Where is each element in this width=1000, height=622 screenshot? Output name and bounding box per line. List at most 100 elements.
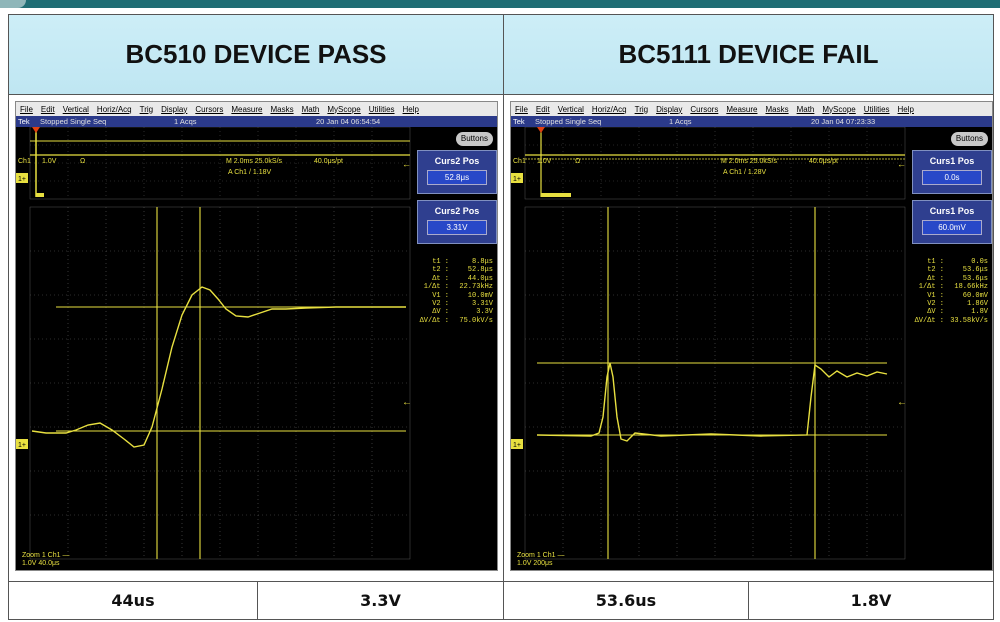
ch-scale: 1.0V bbox=[537, 158, 552, 165]
measurement-value: 60.0mV bbox=[962, 291, 988, 300]
menu-math[interactable]: Math bbox=[302, 105, 320, 114]
trigger-info: A Ch1 / 1.18V bbox=[228, 169, 272, 176]
measurement-row: 1/Δt : 22.73kHz bbox=[417, 283, 493, 291]
resolution: 40.0μs/pt bbox=[314, 158, 343, 165]
menu-help[interactable]: Help bbox=[403, 105, 419, 114]
measurement-label: V1 : bbox=[432, 291, 449, 300]
ch1-marker-text: 1+ bbox=[18, 176, 26, 183]
cursor-box-value[interactable]: 0.0s bbox=[922, 170, 982, 185]
menu-horiz-acq[interactable]: Horiz/Acq bbox=[592, 105, 627, 114]
menu-trig[interactable]: Trig bbox=[140, 105, 153, 114]
measurement-row: t2 : 52.8μs bbox=[417, 266, 493, 274]
measurement-row: Δt : 53.6μs bbox=[912, 275, 988, 283]
cursor-box-value[interactable]: 3.31V bbox=[427, 220, 487, 235]
trigger-level-arrow-icon: ← bbox=[402, 397, 412, 408]
ch-coupling: Ω bbox=[80, 158, 85, 165]
menu-edit[interactable]: Edit bbox=[41, 105, 55, 114]
header-left-title: BC510 DEVICE PASS bbox=[9, 15, 504, 95]
measurement-row: ΔV : 3.3V bbox=[417, 308, 493, 316]
cursor-panel: Curs1 Pos 0.0s Curs1 Pos 60.0mV bbox=[912, 150, 992, 250]
resolution: 40.0μs/pt bbox=[809, 158, 838, 165]
tek-label: Tek bbox=[18, 117, 30, 126]
measurement-row: t2 : 53.6μs bbox=[912, 266, 988, 274]
buttons-button[interactable]: Buttons bbox=[950, 132, 988, 146]
measurement-label: ΔV : bbox=[927, 308, 944, 317]
scope-menu-bar: File Edit Vertical Horiz/Acq Trig Displa… bbox=[16, 102, 497, 116]
menu-display[interactable]: Display bbox=[656, 105, 682, 114]
measurement-value: 3.31V bbox=[471, 300, 493, 309]
cursor-box-value[interactable]: 52.8μs bbox=[427, 170, 487, 185]
zoom-line-1: Zoom 1 Ch1 — bbox=[517, 552, 565, 559]
menu-cursors[interactable]: Cursors bbox=[690, 105, 718, 114]
measurement-label: 1/Δt : bbox=[918, 283, 944, 292]
cursor-box-title: Curs1 Pos bbox=[929, 156, 975, 166]
menu-utilities[interactable]: Utilities bbox=[369, 105, 395, 114]
measurement-value: 1.8V bbox=[971, 308, 988, 317]
measurement-row: Δt : 44.0μs bbox=[417, 275, 493, 283]
scope-menu-bar: File Edit Vertical Horiz/Acq Trig Displa… bbox=[511, 102, 992, 116]
zoom-line-2: 1.0V 200μs bbox=[517, 560, 553, 567]
menu-measure[interactable]: Measure bbox=[231, 105, 262, 114]
zoom-line-1: Zoom 1 Ch1 — bbox=[22, 552, 70, 559]
measurement-label: Δt : bbox=[432, 274, 449, 283]
ch-coupling: Ω bbox=[575, 158, 580, 165]
scope-status-bar: Tek Stopped Single Seq 1 Acqs 20 Jan 04 … bbox=[511, 116, 992, 127]
cursor-box-1[interactable]: Curs1 Pos 0.0s bbox=[912, 150, 992, 194]
cursor-box-1[interactable]: Curs2 Pos 52.8μs bbox=[417, 150, 497, 194]
measurement-label: V2 : bbox=[927, 300, 944, 309]
menu-utilities[interactable]: Utilities bbox=[864, 105, 890, 114]
measurement-row: ΔV/Δt : 33.58kV/s bbox=[912, 317, 988, 325]
oscilloscope-left: File Edit Vertical Horiz/Acq Trig Displa… bbox=[15, 101, 498, 571]
measurement-value: 22.73kHz bbox=[459, 283, 493, 292]
menu-myscope[interactable]: MyScope bbox=[822, 105, 855, 114]
cursor-measurements: t1 : 8.8μs t2 : 52.8μs Δt : 44.0μs 1/Δt : 22.73… bbox=[417, 258, 493, 325]
buttons-button[interactable]: Buttons bbox=[455, 132, 493, 146]
cursor-box-2[interactable]: Curs1 Pos 60.0mV bbox=[912, 200, 992, 244]
measurement-row: V1 : 10.0mV bbox=[417, 292, 493, 300]
header-right-title: BC5111 DEVICE FAIL bbox=[504, 15, 993, 95]
zoom-info: Zoom 1 Ch1 — 1.0V 40.0μs bbox=[22, 552, 69, 568]
cursor-measurements: t1 : 0.0s t2 : 53.6μs Δt : 53.6μs 1/Δt : 18.66k… bbox=[912, 258, 988, 325]
cursor-panel: Curs2 Pos 52.8μs Curs2 Pos 3.31V bbox=[417, 150, 497, 250]
menu-measure[interactable]: Measure bbox=[726, 105, 757, 114]
result-voltage-right: 1.8V bbox=[749, 581, 993, 619]
menu-cursors[interactable]: Cursors bbox=[195, 105, 223, 114]
ch1-label: Ch1 bbox=[18, 158, 31, 165]
measurement-label: t1 : bbox=[432, 258, 449, 266]
overview-level-arrow-icon: ← bbox=[897, 159, 906, 169]
measurement-label: Δt : bbox=[927, 274, 944, 283]
menu-masks[interactable]: Masks bbox=[765, 105, 788, 114]
menu-file[interactable]: File bbox=[515, 105, 528, 114]
menu-vertical[interactable]: Vertical bbox=[558, 105, 584, 114]
cursor-box-title: Curs2 Pos bbox=[434, 206, 480, 216]
measurement-label: V1 : bbox=[927, 291, 944, 300]
measurement-row: V1 : 60.0mV bbox=[912, 292, 988, 300]
acq-count: 1 Acqs bbox=[669, 117, 692, 126]
menu-trig[interactable]: Trig bbox=[635, 105, 648, 114]
menu-file[interactable]: File bbox=[20, 105, 33, 114]
acq-count: 1 Acqs bbox=[174, 117, 197, 126]
measurement-value: 18.66kHz bbox=[954, 283, 988, 292]
zoom-info: Zoom 1 Ch1 — 1.0V 200μs bbox=[517, 552, 564, 568]
menu-math[interactable]: Math bbox=[797, 105, 815, 114]
measurement-value: 52.8μs bbox=[467, 266, 493, 275]
measurement-value: 75.0kV/s bbox=[459, 316, 493, 325]
menu-myscope[interactable]: MyScope bbox=[327, 105, 360, 114]
menu-display[interactable]: Display bbox=[161, 105, 187, 114]
measurement-value: 53.6μs bbox=[962, 274, 988, 283]
ch1-ground-text: 1+ bbox=[513, 442, 521, 449]
menu-edit[interactable]: Edit bbox=[536, 105, 550, 114]
result-delta-t-left: 44us bbox=[9, 581, 257, 619]
menu-horiz-acq[interactable]: Horiz/Acq bbox=[97, 105, 132, 114]
ch1-ground-text: 1+ bbox=[18, 442, 26, 449]
menu-masks[interactable]: Masks bbox=[270, 105, 293, 114]
measurement-label: t1 : bbox=[927, 258, 944, 266]
measurement-value: 3.3V bbox=[476, 308, 493, 317]
cursor-box-2[interactable]: Curs2 Pos 3.31V bbox=[417, 200, 497, 244]
measurement-value: 0.0s bbox=[971, 258, 988, 266]
menu-vertical[interactable]: Vertical bbox=[63, 105, 89, 114]
slide-top-bar bbox=[0, 0, 1000, 8]
measurement-value: 44.0μs bbox=[467, 274, 493, 283]
menu-help[interactable]: Help bbox=[898, 105, 914, 114]
cursor-box-value[interactable]: 60.0mV bbox=[922, 220, 982, 235]
